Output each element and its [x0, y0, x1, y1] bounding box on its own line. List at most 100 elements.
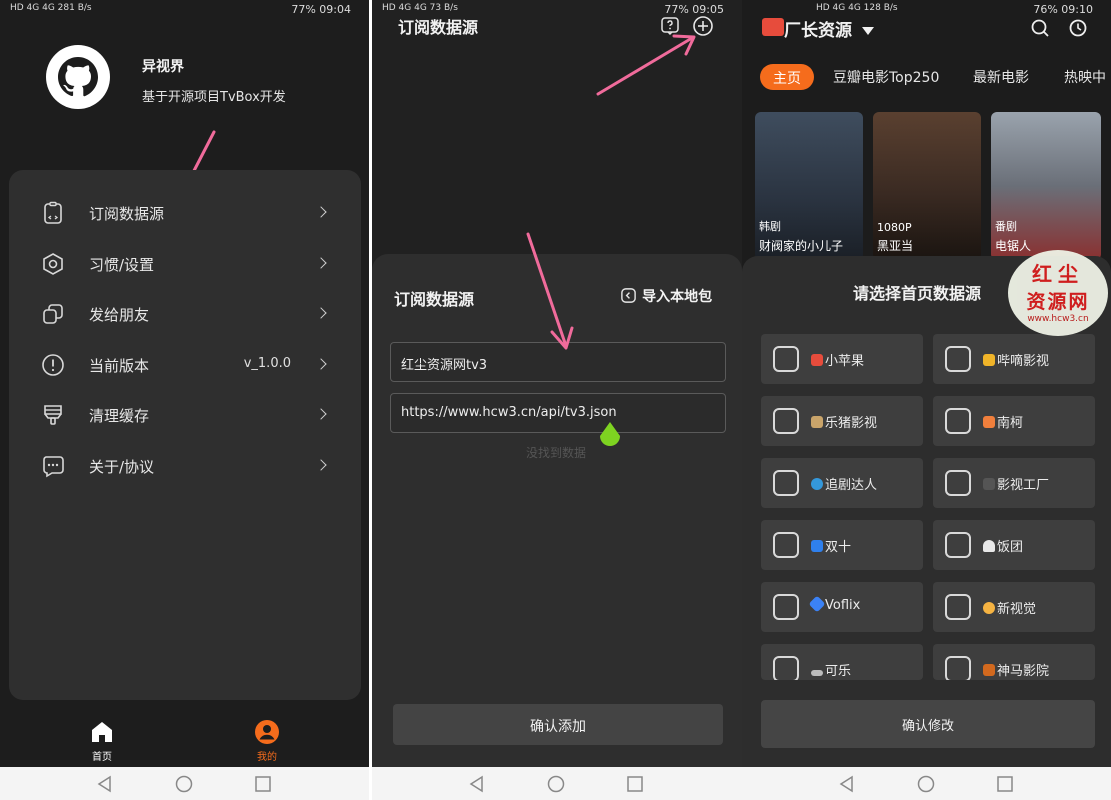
back-icon[interactable] [467, 774, 487, 794]
menu-item-share[interactable]: 发给朋友 [9, 289, 361, 339]
checkbox[interactable] [945, 532, 971, 558]
source-option[interactable]: 乐猪影视 [761, 396, 923, 446]
back-icon[interactable] [95, 774, 115, 794]
bottom-nav-home[interactable]: 首页 [82, 720, 122, 764]
nav-label: 首页 [92, 752, 112, 763]
checkbox[interactable] [773, 532, 799, 558]
source-emoji-icon [983, 540, 995, 552]
source-option[interactable]: 追剧达人 [761, 458, 923, 508]
home-circle-icon[interactable] [546, 774, 566, 794]
history-icon[interactable] [1068, 18, 1088, 38]
checkbox[interactable] [773, 470, 799, 496]
checkbox[interactable] [773, 656, 799, 680]
source-option[interactable]: 哔嘀影视 [933, 334, 1095, 384]
source-option[interactable]: 新视觉 [933, 582, 1095, 632]
chevron-right-icon [315, 408, 327, 420]
checkbox[interactable] [945, 594, 971, 620]
recents-icon[interactable] [995, 774, 1015, 794]
confirm-modify-button[interactable]: 确认修改 [761, 700, 1095, 748]
avatar-github-icon[interactable] [46, 45, 110, 109]
poster-badge: 番剧 [995, 220, 1017, 233]
menu-item-settings[interactable]: 习惯/设置 [9, 239, 361, 289]
status-left: HD 4G 4G 128 B/s [816, 3, 898, 13]
share-icon [43, 304, 63, 324]
watermark-logo: 红尘 资源网 www.hcw3.cn [1008, 250, 1108, 336]
home-source-screen: HD 4G 4G 128 B/s 76% 09:10 厂长资源 主页 豆瓣电影T… [742, 0, 1111, 800]
poster-card[interactable]: 韩剧 财阀家的小儿子 [755, 112, 863, 260]
menu-label: 订阅数据源 [89, 205, 165, 223]
source-emoji-icon [983, 664, 995, 676]
search-icon[interactable] [1030, 18, 1050, 38]
checkbox[interactable] [773, 408, 799, 434]
checkbox[interactable] [773, 346, 799, 372]
checkbox[interactable] [945, 346, 971, 372]
source-option[interactable]: 双十 [761, 520, 923, 570]
status-left: HD 4G 4G 281 B/s [10, 3, 92, 13]
source-option[interactable]: 饭团 [933, 520, 1095, 570]
source-label: Voflix [825, 598, 861, 613]
source-emoji-icon [811, 478, 823, 490]
tab-label: 主页 [773, 71, 801, 87]
import-local-button[interactable]: 导入本地包 [620, 286, 712, 308]
source-emoji-icon [811, 354, 823, 366]
source-label: 哔嘀影视 [997, 354, 1050, 369]
watermark-url: www.hcw3.cn [1027, 314, 1089, 324]
menu-item-about[interactable]: 关于/协议 [9, 441, 361, 491]
source-label: 影视工厂 [997, 478, 1050, 493]
system-nav-bar [0, 767, 369, 800]
menu-item-subscribe[interactable]: 订阅数据源 [9, 188, 361, 238]
tab-latest-movies[interactable]: 最新电影 [973, 67, 1029, 87]
poster-title: 黑亚当 [877, 239, 914, 253]
profile-screen: HD 4G 4G 281 B/s 77% 09:04 异视界 基于开源项目TvB… [0, 0, 369, 800]
brush-icon [44, 405, 62, 425]
checkbox[interactable] [945, 408, 971, 434]
source-option[interactable]: 影视工厂 [933, 458, 1095, 508]
source-option[interactable]: 南柯 [933, 396, 1095, 446]
info-icon [42, 354, 64, 376]
source-emoji-icon [808, 595, 826, 613]
recents-icon[interactable] [253, 774, 273, 794]
source-emoji-icon [811, 416, 823, 428]
bottom-nav-mine[interactable]: 我的 [247, 720, 287, 764]
annotation-arrow [596, 34, 696, 96]
poster-card[interactable]: 番剧 电锯人 [991, 112, 1101, 260]
text-cursor-handle-icon[interactable] [598, 422, 622, 450]
source-url-input[interactable]: https://www.hcw3.cn/api/tv3.json [390, 393, 726, 433]
checkbox[interactable] [945, 656, 971, 680]
tab-now-showing[interactable]: 热映中 [1064, 67, 1106, 87]
status-left: HD 4G 4G 73 B/s [382, 3, 458, 13]
checkbox[interactable] [945, 470, 971, 496]
tab-home[interactable]: 主页 [760, 64, 814, 90]
status-right: 76% 09:10 [1033, 3, 1093, 16]
poster-card[interactable]: 1080P 黑亚当 [873, 112, 981, 260]
source-option[interactable]: 神马影院 [933, 644, 1095, 680]
tab-douban-top250[interactable]: 豆瓣电影Top250 [833, 67, 939, 87]
chevron-right-icon [315, 257, 327, 269]
source-label: 神马影院 [997, 664, 1050, 679]
source-selector[interactable]: 厂长资源 [784, 16, 875, 41]
back-icon[interactable] [837, 774, 857, 794]
source-option[interactable]: Voflix [761, 582, 923, 632]
home-circle-icon[interactable] [174, 774, 194, 794]
chevron-right-icon [315, 358, 327, 370]
subscribe-screen: HD 4G 4G 73 B/s 77% 09:05 订阅数据源 订阅数据源 导入… [372, 0, 742, 800]
home-icon [92, 722, 112, 742]
source-label: 新视觉 [997, 602, 1037, 617]
checkbox[interactable] [773, 594, 799, 620]
menu-label: 关于/协议 [89, 458, 155, 476]
source-option[interactable]: 小苹果 [761, 334, 923, 384]
source-option[interactable]: 可乐 [761, 644, 923, 680]
page-title: 订阅数据源 [398, 18, 479, 37]
watermark-line2: 资源网 [1026, 291, 1090, 313]
menu-item-clear-cache[interactable]: 清理缓存 [9, 390, 361, 440]
source-label: 乐猪影视 [825, 416, 878, 431]
chevron-right-icon [315, 307, 327, 319]
menu-card: 订阅数据源 习惯/设置 发给朋友 当前版本 v_1.0.0 清理缓存 关于/协议 [9, 170, 361, 700]
chevron-right-icon [315, 206, 327, 218]
home-circle-icon[interactable] [916, 774, 936, 794]
status-bar: HD 4G 4G 281 B/s 77% 09:04 [0, 0, 369, 20]
menu-item-version[interactable]: 当前版本 v_1.0.0 [9, 340, 361, 390]
recents-icon[interactable] [625, 774, 645, 794]
confirm-add-button[interactable]: 确认添加 [393, 704, 723, 745]
source-label: 追剧达人 [825, 478, 878, 493]
